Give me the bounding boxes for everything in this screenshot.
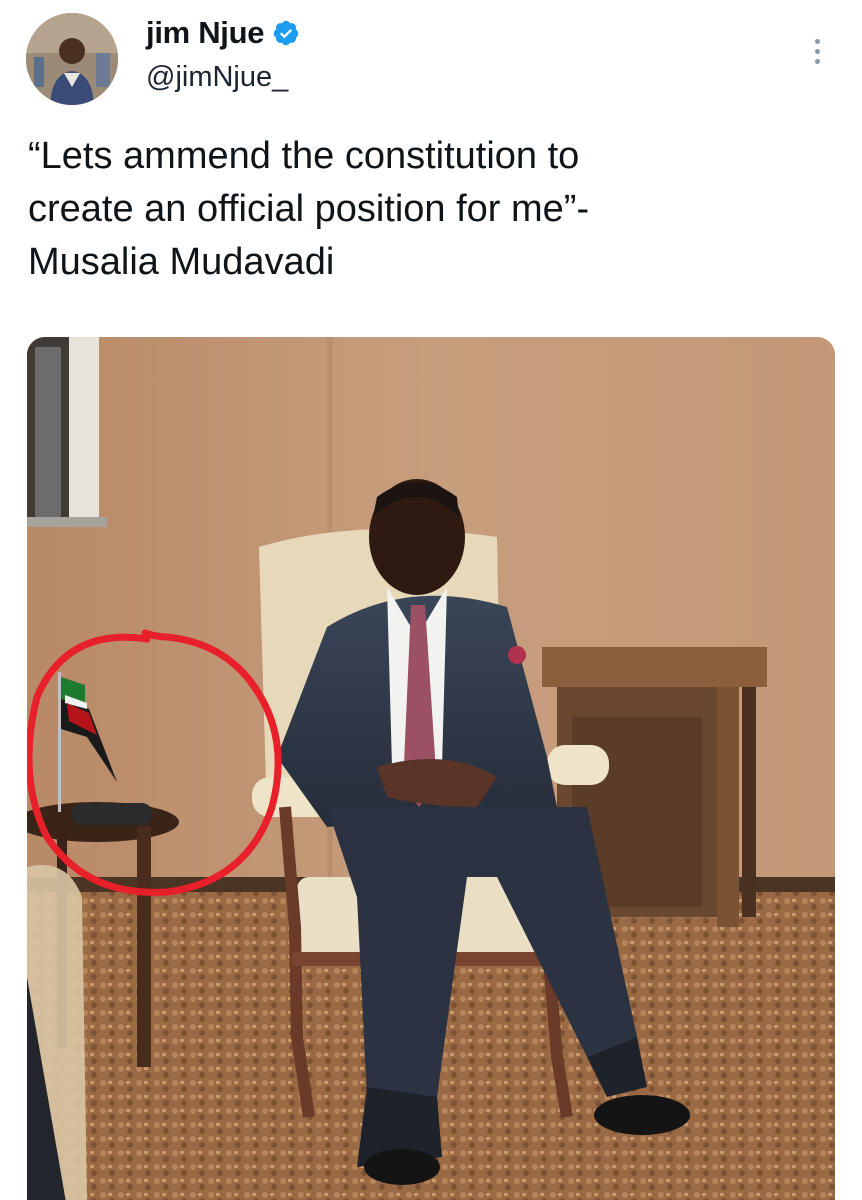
tweet-photo[interactable] xyxy=(27,337,835,1200)
photo-scene xyxy=(27,337,835,1200)
avatar-image xyxy=(26,13,118,105)
avatar[interactable] xyxy=(26,13,118,105)
tweet-header: jim Njue @jimNjue_ xyxy=(0,0,862,110)
verified-badge-icon xyxy=(273,20,299,46)
user-handle[interactable]: @jimNjue_ xyxy=(146,59,288,95)
display-name[interactable]: jim Njue xyxy=(146,13,300,53)
display-name-text: jim Njue xyxy=(146,15,265,50)
more-vertical-icon[interactable] xyxy=(806,28,828,74)
tweet-text: “Lets ammend the constitution to create … xyxy=(28,135,590,283)
